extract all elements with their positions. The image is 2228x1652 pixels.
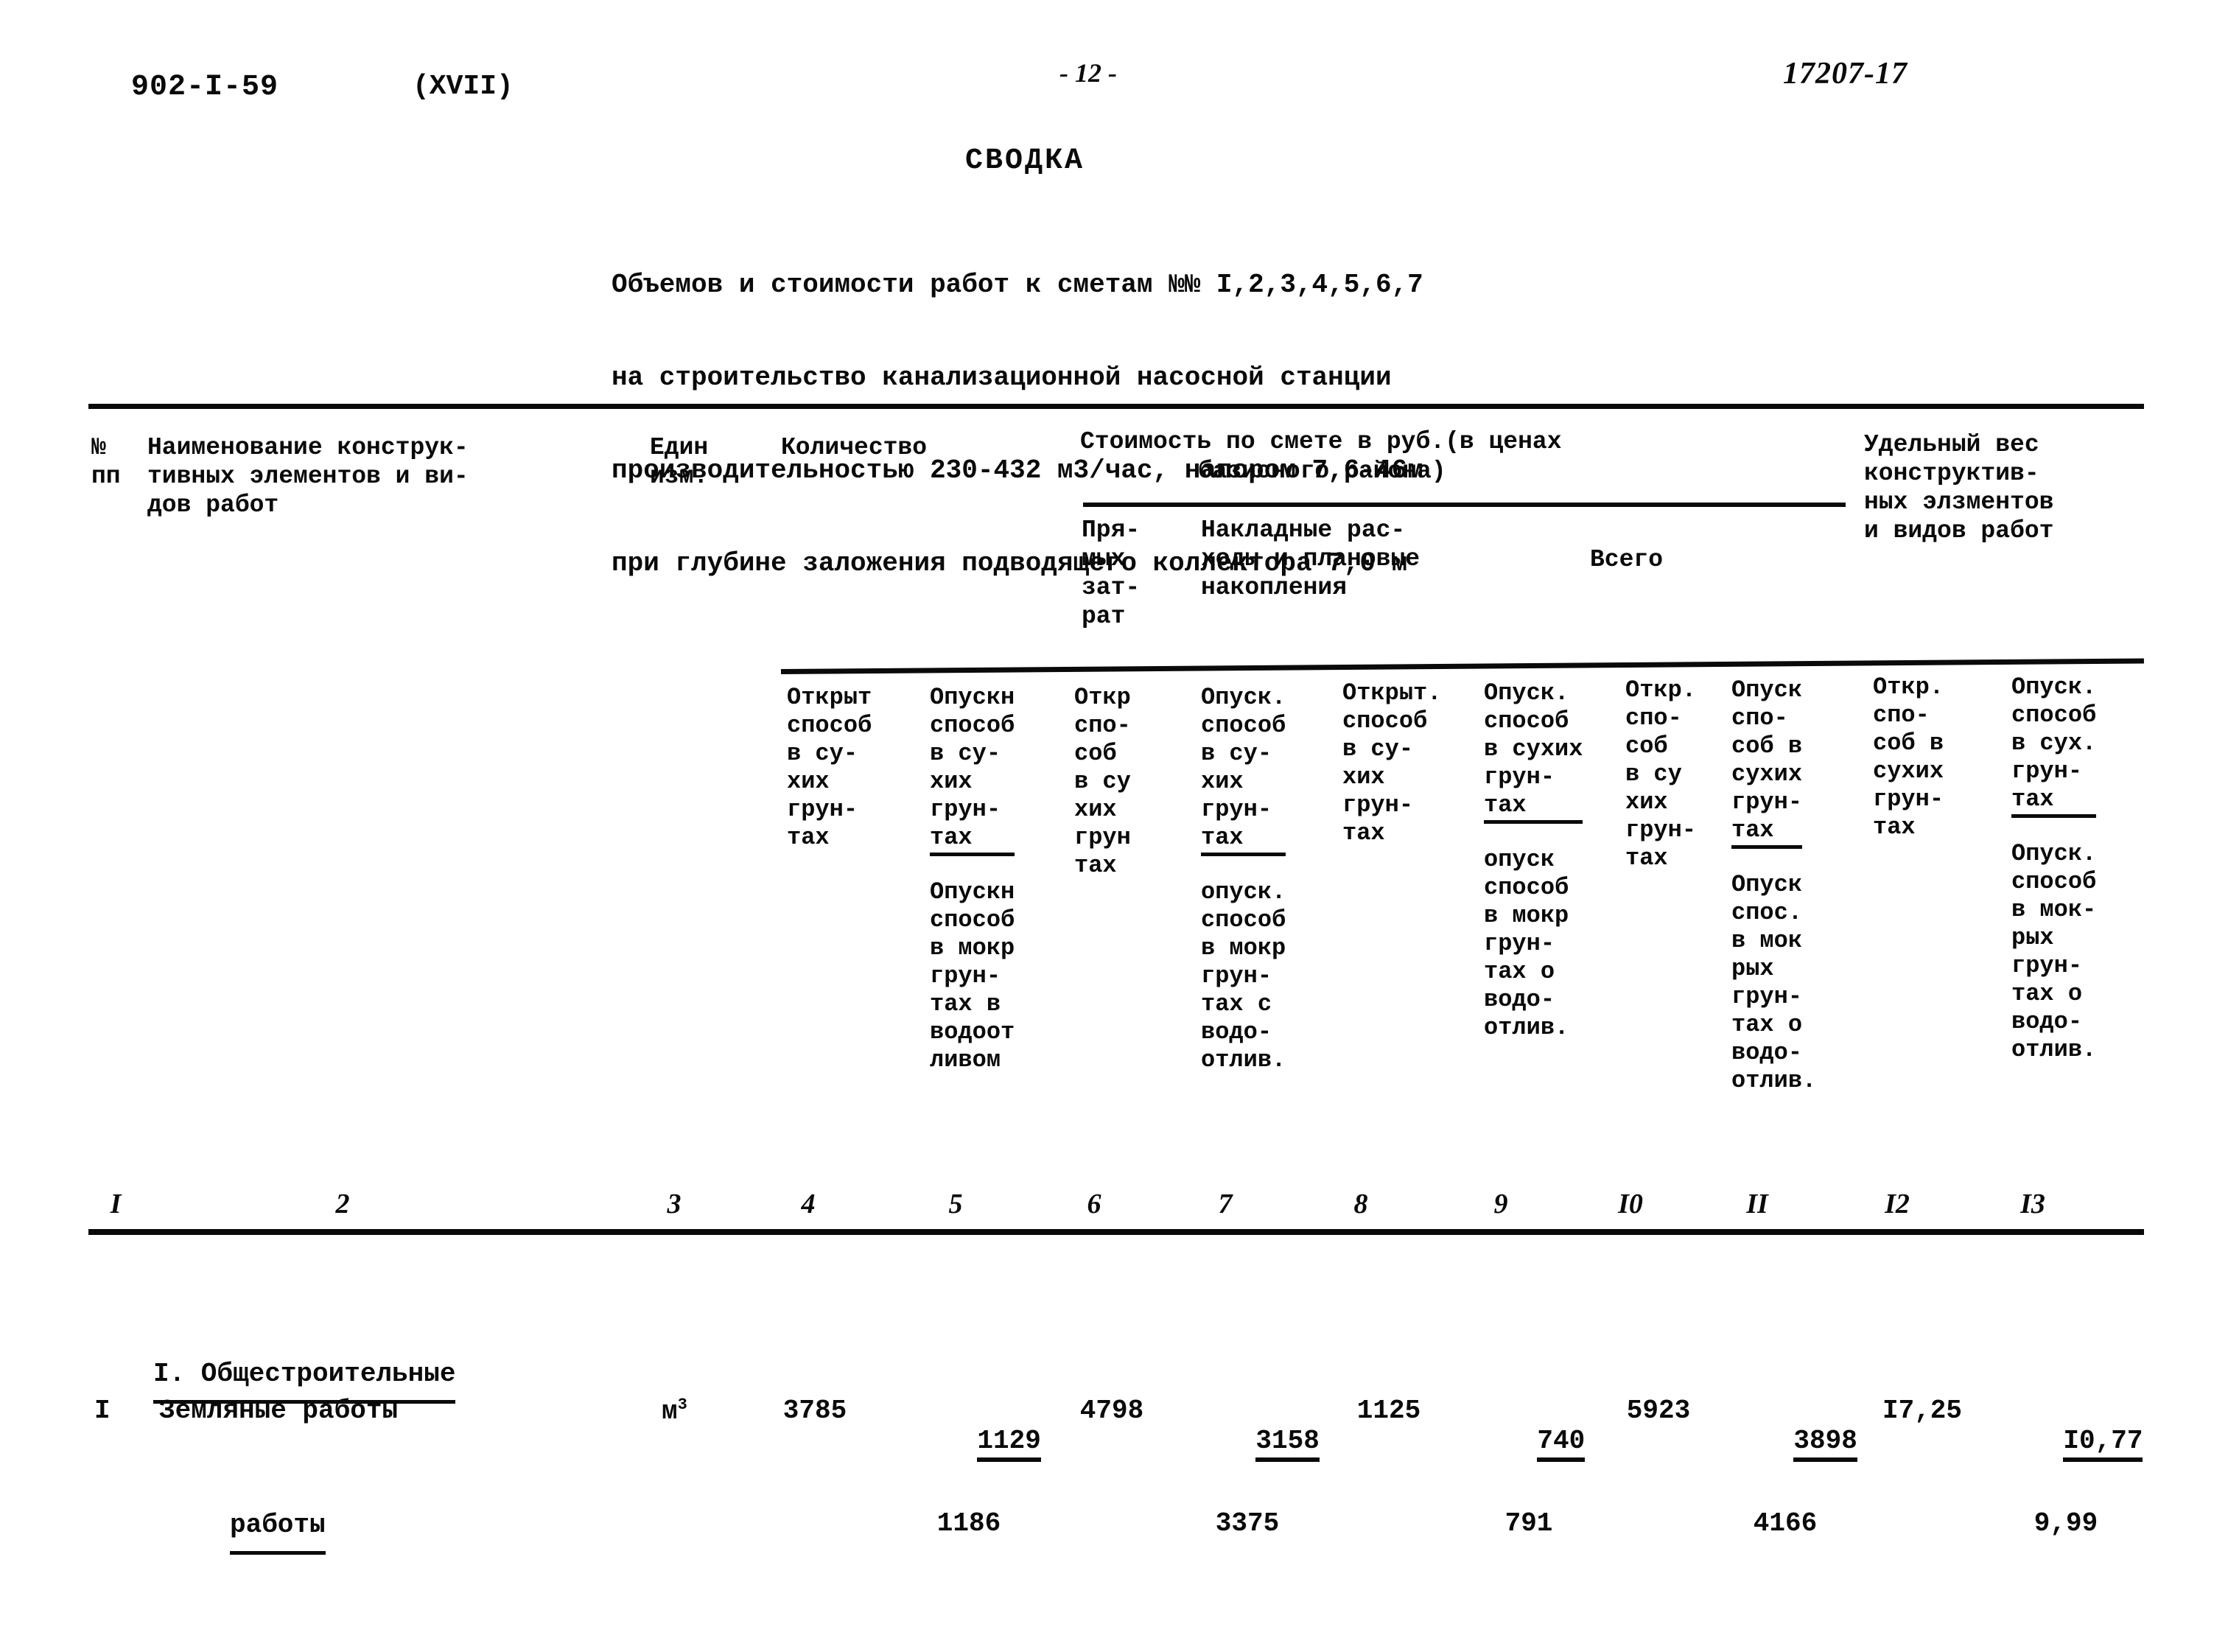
column-number-3: 3 xyxy=(667,1189,682,1219)
table-cell-c8: 1125 xyxy=(1356,1396,1421,1426)
subheader-col-9-bottom: опуск способ в мокр грун- тах о водо- от… xyxy=(1484,846,1569,1041)
document-code: 902-I-59 xyxy=(131,71,279,104)
column-number-11: II xyxy=(1746,1189,1768,1219)
table-cell-c12: I7,25 xyxy=(1882,1396,1963,1426)
table-cell-c5-bottom: 1186 xyxy=(936,1508,1001,1539)
header-quantity: Количество xyxy=(781,434,928,461)
column-number-1: I xyxy=(110,1189,122,1219)
subheader-col-7-top: Опуск. способ в су- хих грун- тах xyxy=(1201,684,1286,856)
subheader-col-4-top: Открыт способ в су- хих грун- тах xyxy=(787,684,872,851)
table-cell-c9-bottom: 791 xyxy=(1504,1508,1553,1539)
header-specific-weight: Удельный вес конструктив- ных элзментов … xyxy=(1864,431,2054,545)
subheader-col-13: Опуск. способ в сух. грун- тах Опуск. спо… xyxy=(2011,673,2097,1064)
table-cell-c5-top: 1129 xyxy=(977,1426,1041,1462)
sheet-code: 17207-17 xyxy=(1783,57,1908,91)
table-cell-c11: 3898 4166 xyxy=(1730,1396,1857,1599)
page-title: СВОДКА xyxy=(965,144,1085,178)
column-number-4: 4 xyxy=(801,1189,816,1219)
table-cell-c13: I0,77 9,99 xyxy=(2000,1396,2143,1599)
subheader-col-13-top: Опуск. способ в сух. грун- тах xyxy=(2011,673,2097,818)
table-cell-c4: 3785 xyxy=(782,1396,847,1426)
document-page: 902-I-59 (XVII) - 12 - 17207-17 СВОДКА О… xyxy=(0,0,2228,1555)
page-number: - 12 - xyxy=(1059,58,1117,88)
table-row-name: Земляные работы xyxy=(159,1396,399,1426)
table-cell-c10: 5923 xyxy=(1626,1396,1691,1426)
column-number-5: 5 xyxy=(948,1189,963,1219)
subheader-col-4: Открыт способ в су- хих грун- тах xyxy=(787,684,872,852)
header-row-number: № пп xyxy=(91,434,121,490)
table-row-number: I xyxy=(94,1396,111,1426)
subheader-col-5: Опускн способ в су- хих грун- тах Опускн … xyxy=(930,684,1015,1074)
column-number-12: I2 xyxy=(1885,1189,1910,1219)
column-number-9: 9 xyxy=(1493,1189,1508,1219)
subheader-col-8-top: Открыт. способ в су- хих грун- тах xyxy=(1342,679,1442,847)
subtitle-line-1: Объемов и стоимости работ к сметам №№ I,… xyxy=(612,270,1423,300)
column-number-7: 7 xyxy=(1218,1189,1233,1219)
subheader-col-10: Откр. спо- соб в су хих грун- тах xyxy=(1625,676,1696,872)
table-cell-c7-top: 3158 xyxy=(1255,1426,1320,1462)
table-top-border xyxy=(88,404,2144,409)
subheader-col-8: Открыт. способ в су- хих грун- тах xyxy=(1342,679,1441,847)
subheader-col-7: Опуск. способ в су- хих грун- тах опуск. … xyxy=(1201,684,1286,1074)
document-variant: (XVII) xyxy=(413,71,514,102)
subheader-col-12: Откр. спо- соб в сухих грун- тах xyxy=(1873,673,1944,841)
subheader-col-7-bottom: опуск. способ в мокр грун- тах с водо- о… xyxy=(1201,878,1286,1074)
subheader-divider xyxy=(780,658,2144,674)
column-number-8: 8 xyxy=(1353,1189,1368,1219)
section-heading: I. Общестроительные работы xyxy=(153,1253,456,1652)
table-cell-c7: 3158 3375 xyxy=(1192,1396,1320,1599)
table-cell-c9: 740 791 xyxy=(1474,1396,1586,1599)
column-number-10: I0 xyxy=(1618,1189,1643,1219)
subtitle-line-2: на строительство канализационной насосно… xyxy=(612,363,1392,393)
cost-group-divider xyxy=(1083,503,1846,507)
subheader-col-11-bottom: Опуск спос. в мок рых грун- тах о водо- … xyxy=(1731,871,1817,1094)
subheader-col-10-top: Откр. спо- соб в су хих грун- тах xyxy=(1625,676,1697,872)
subheader-col-5-top: Опускн способ в су- хих грун- тах xyxy=(930,684,1015,856)
subheader-col-9-top: Опуск. способ в сухих грун- тах xyxy=(1484,679,1583,824)
table-cell-c11-bottom: 4166 xyxy=(1753,1508,1818,1539)
subheader-col-12-top: Откр. спо- соб в сухих грун- тах xyxy=(1873,673,1944,841)
column-number-6: 6 xyxy=(1087,1189,1101,1219)
table-row-unit: м3 xyxy=(662,1396,687,1427)
subheader-col-13-bottom: Опуск. способ в мок- рых грун- тах о вод… xyxy=(2011,840,2097,1063)
header-total: Всего xyxy=(1590,546,1664,573)
table-cell-c11-top: 3898 xyxy=(1793,1426,1857,1462)
header-direct-cost: Пря- мых зат- рат xyxy=(1082,517,1141,630)
subheader-col-11-top: Опуск спо- соб в сухих грун- тах xyxy=(1731,676,1803,849)
subheader-col-6: Откр спо- соб в су хих грун тах xyxy=(1074,684,1131,880)
table-cell-c6: 4798 xyxy=(1079,1396,1144,1426)
section-heading-line-2: работы xyxy=(230,1501,326,1555)
column-number-13: I3 xyxy=(2020,1189,2045,1219)
column-number-divider xyxy=(88,1229,2144,1235)
table-cell-c13-top: I0,77 xyxy=(2063,1426,2143,1462)
table-cell-c13-bottom: 9,99 xyxy=(2033,1508,2098,1539)
header-unit: Един изм. xyxy=(650,434,709,490)
header-cost-group-line2: базисного района) xyxy=(1198,458,1446,485)
header-cost-group-line1: Стоимость по смете в руб.(в ценах xyxy=(1080,428,1562,455)
subheader-col-5-bottom: Опускн способ в мокр грун- тах в водоот … xyxy=(930,878,1015,1074)
table-cell-c7-bottom: 3375 xyxy=(1215,1508,1280,1539)
subheader-col-6-top: Откр спо- соб в су хих грун тах xyxy=(1074,684,1131,879)
column-number-2: 2 xyxy=(335,1189,350,1219)
header-name: Наименование конструк- тивных элементов … xyxy=(147,434,469,519)
table-cell-c5: 1129 1186 xyxy=(914,1396,1041,1599)
subheader-col-9: Опуск. способ в сухих грун- тах опуск спо… xyxy=(1484,679,1583,1042)
table-cell-c9-top: 740 xyxy=(1537,1426,1586,1462)
header-overhead: Накладные рас- ходы и плановые накоплени… xyxy=(1201,517,1420,601)
subheader-col-11: Опуск спо- соб в сухих грун- тах Опуск сп… xyxy=(1731,676,1816,1095)
